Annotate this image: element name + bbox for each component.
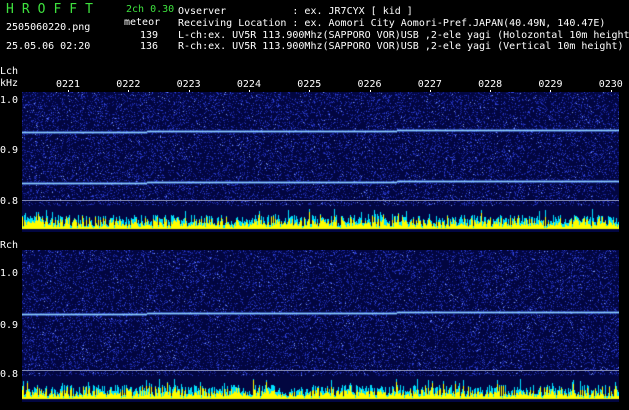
lch-gridline [22, 200, 619, 201]
time-tick-label: 0223 [176, 79, 201, 90]
time-tick-label: 0227 [417, 79, 442, 90]
rch-y-tick-3: 0.8 [0, 369, 19, 380]
rch-info-line: R-ch:ex. UV5R 113.900Mhz(SAPPORO VOR)USB… [178, 41, 624, 52]
time-tick-label: 0230 [598, 79, 623, 90]
rch-y-tick-2: 0.9 [0, 320, 19, 331]
observer-line: Ovserver : ex. JR7CYX [ kid ] [178, 6, 413, 17]
lch-label: Lch [0, 66, 19, 77]
lch-unit-label: kHz [0, 78, 19, 89]
time-tick-label: 0221 [56, 79, 81, 90]
datetime-label: 25.05.06 02:20 [6, 41, 91, 52]
time-tick-label: 0229 [538, 79, 563, 90]
rch-y-tick-1: 1.0 [0, 268, 19, 279]
time-tick-label: 0226 [357, 79, 382, 90]
meteor-count-rch: 136 [140, 41, 159, 52]
time-tick-label: 0225 [297, 79, 322, 90]
meteor-counter-label: meteor [124, 17, 161, 28]
mode-label: 2ch 0.30 [126, 4, 175, 15]
lch-y-tick-2: 0.9 [0, 145, 19, 156]
time-tick-label: 0228 [478, 79, 503, 90]
app-logo: HROFFT [6, 2, 101, 17]
location-line: Receiving Location : ex. Aomori City Aom… [178, 18, 606, 29]
time-tick-label: 0224 [236, 79, 261, 90]
lch-y-tick-3: 0.8 [0, 196, 19, 207]
filename-label: 2505060220.png [6, 22, 91, 33]
time-tick-label: 0222 [116, 79, 141, 90]
rch-spectrogram [22, 250, 619, 402]
lch-spectrogram [22, 92, 619, 232]
rch-label: Rch [0, 240, 19, 251]
lch-y-tick-1: 1.0 [0, 95, 19, 106]
rch-gridline [22, 370, 619, 371]
